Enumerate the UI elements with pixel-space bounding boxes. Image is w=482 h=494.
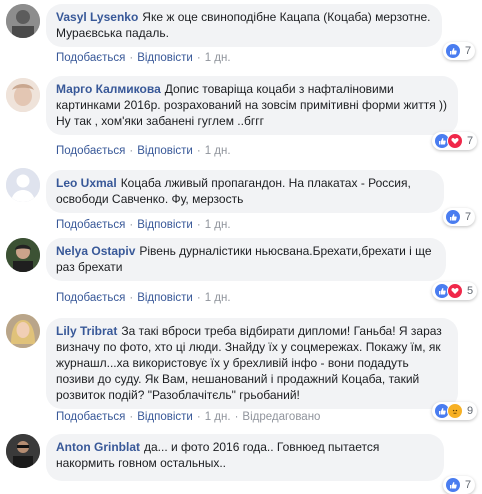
comment-bubble: Lily Tribrat За такі вброси треба відбира… (46, 318, 458, 409)
like-link[interactable]: Подобається (56, 145, 125, 157)
separator-dot: · (196, 292, 201, 304)
reaction-summary[interactable]: 7 (443, 208, 476, 226)
angry-face-icon (447, 403, 463, 419)
reply-link[interactable]: Відповісти (137, 52, 193, 64)
reaction-count: 9 (467, 405, 474, 417)
reply-link[interactable]: Відповісти (137, 219, 193, 231)
avatar[interactable] (6, 4, 40, 38)
comment-actions: Подобається · Відповісти · 1 дн. (56, 145, 231, 157)
reaction-summary[interactable]: 7 (432, 132, 478, 150)
like-link[interactable]: Подобається (56, 411, 125, 423)
thumbs-up-icon (445, 477, 461, 493)
separator-dot: · (129, 52, 134, 64)
comment-author[interactable]: Марго Калмикова (56, 82, 161, 96)
comment-bubble: Марго Калмикова Допис товаріща коцаби з н… (46, 76, 458, 135)
comment-actions: Подобається · Відповісти · 1 дн. (56, 52, 231, 64)
thumbs-up-icon (445, 43, 461, 59)
reaction-summary[interactable]: 7 (443, 42, 476, 60)
comment-bubble: Vasyl Lysenko Яке ж оце свиноподібне Каца… (46, 4, 442, 47)
reaction-count: 7 (465, 211, 472, 223)
avatar[interactable] (6, 238, 40, 272)
thumbs-up-icon (445, 209, 461, 225)
comment-author[interactable]: Lily Tribrat (56, 324, 117, 338)
like-link[interactable]: Подобається (56, 292, 125, 304)
heart-icon (447, 283, 463, 299)
separator-dot: · (196, 411, 201, 423)
separator-dot: · (196, 52, 201, 64)
reply-link[interactable]: Відповісти (137, 145, 193, 157)
separator-dot: · (129, 219, 134, 231)
reply-link[interactable]: Відповісти (137, 292, 193, 304)
timestamp[interactable]: 1 дн. (205, 411, 231, 423)
comment-bubble: Leo Uxmal Коцаба лживый пропагандон. На п… (46, 170, 444, 213)
avatar[interactable] (6, 78, 40, 112)
timestamp[interactable]: 1 дн. (205, 52, 231, 64)
reaction-summary[interactable]: 5 (432, 282, 478, 300)
reaction-summary[interactable]: 9 (432, 402, 478, 420)
reaction-count: 7 (465, 479, 472, 491)
timestamp[interactable]: 1 дн. (205, 219, 231, 231)
separator-dot: · (234, 411, 239, 423)
separator-dot: · (129, 145, 134, 157)
avatar[interactable] (6, 168, 40, 202)
comment-bubble: Nelya Ostapiv Рівень дурналістики ньюсван… (46, 238, 446, 281)
separator-dot: · (196, 219, 201, 231)
comment-author[interactable]: Vasyl Lysenko (56, 10, 138, 24)
avatar[interactable] (6, 434, 40, 468)
reaction-count: 7 (465, 45, 472, 57)
reply-link[interactable]: Відповісти (137, 411, 193, 423)
separator-dot: · (196, 145, 201, 157)
comment-actions: Подобається · Відповісти · 1 дн. (56, 219, 231, 231)
comment-actions: Подобається · Відповісти · 1 дн. · Відредагова… (56, 411, 320, 423)
timestamp[interactable]: 1 дн. (205, 145, 231, 157)
separator-dot: · (129, 292, 134, 304)
separator-dot: · (129, 411, 134, 423)
comment-bubble: Anton Grinblat да... и фото 2016 года.. Г… (46, 434, 444, 481)
comment-author[interactable]: Nelya Ostapiv (56, 244, 135, 258)
reaction-count: 7 (467, 135, 474, 147)
reaction-summary[interactable]: 7 (443, 476, 476, 494)
avatar[interactable] (6, 314, 40, 348)
like-link[interactable]: Подобається (56, 219, 125, 231)
timestamp[interactable]: 1 дн. (205, 292, 231, 304)
like-link[interactable]: Подобається (56, 52, 125, 64)
comment-actions: Подобається · Відповісти · 1 дн. (56, 292, 231, 304)
comment-author[interactable]: Leo Uxmal (56, 176, 117, 190)
reaction-count: 5 (467, 285, 474, 297)
edited-label[interactable]: Відредаговано (242, 411, 320, 423)
comment-author[interactable]: Anton Grinblat (56, 440, 140, 454)
heart-icon (447, 133, 463, 149)
